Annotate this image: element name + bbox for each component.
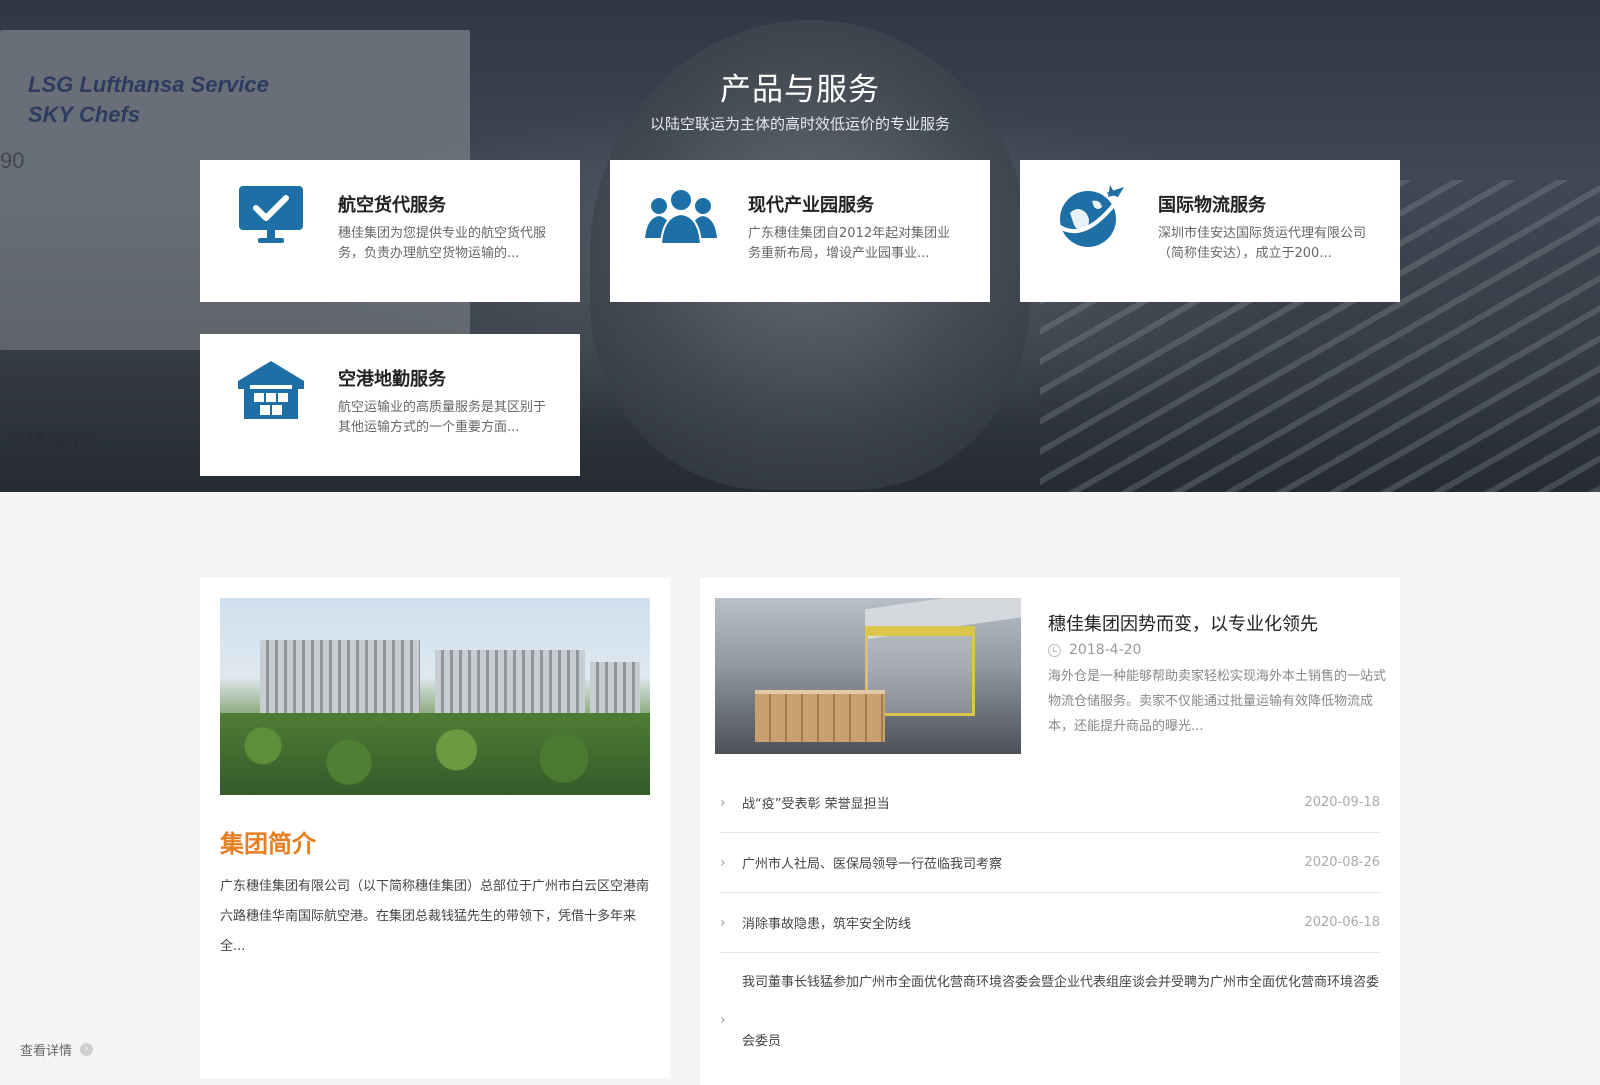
featured-news-date: 2018-4-20 [1048,642,1141,658]
news-card: 穗佳集团因势而变，以专业化领先 2018-4-20 海外仓是一种能够帮助卖家轻松… [700,578,1400,1085]
news-list-item[interactable]: › 广州市人社局、医保局领导一行莅临我司考察 2020-08-26 [720,833,1380,893]
service-desc: 深圳市佳安达国际货运代理有限公司（简称佳安达），成立于200... [1158,226,1367,261]
service-desc: 广东穗佳集团自2012年起对集团业务重新布局，增设产业园事业... [748,226,951,261]
company-intro-card: 集团简介 广东穗佳集团有限公司（以下简称穗佳集团）总部位于广州市白云区空港南六路… [200,578,670,1078]
monitor-check-icon [232,180,310,252]
news-list-item[interactable]: › 消除事故隐患，筑牢安全防线 2020-06-18 [720,893,1380,953]
news-item-date: 2020-09-18 [1304,795,1380,810]
service-name: 现代产业园服务 [748,195,874,216]
company-building-photo [220,598,650,795]
news-item-date: 2020-06-18 [1304,915,1380,930]
service-desc: 航空运输业的高质量服务是其区别于其他运输方式的一个重要方面... [338,400,547,435]
view-details-label: 查看详情 [20,1044,73,1059]
news-item-title: 我司董事长钱猛参加广州市全面优化营商环境咨委会暨企业代表组座谈会并受聘为广州市全… [742,975,1380,1049]
view-details-link[interactable]: 查看详情 › [20,1040,94,1059]
service-name: 国际物流服务 [1158,195,1266,216]
service-name: 空港地勤服务 [338,369,446,390]
section-title: 产品与服务 [720,72,880,108]
featured-news-photo[interactable] [715,598,1021,754]
news-list-item[interactable]: › 我司董事长钱猛参加广州市全面优化营商环境咨委会暨企业代表组座谈会并受聘为广州… [720,953,1380,1071]
globe-plane-icon [1052,180,1130,252]
featured-news-summary: 海外仓是一种能够帮助卖家轻松实现海外本土销售的一站式物流仓储服务。卖家不仅能通过… [1048,669,1387,734]
service-card-air-freight[interactable]: 航空货代服务 穗佳集团为您提供专业的航空货代服务，负责办理航空货物运输的... [200,160,580,302]
section-subtitle: 以陆空联运为主体的高时效低运价的专业服务 [649,115,950,133]
service-card-industrial-park[interactable]: 现代产业园服务 广东穗佳集团自2012年起对集团业务重新布局，增设产业园事业..… [610,160,990,302]
featured-date-text: 2018-4-20 [1069,642,1142,658]
service-name: 航空货代服务 [338,195,446,216]
news-list-item[interactable]: › 战“疫”受表彰 荣誉显担当 2020-09-18 [720,773,1380,833]
warehouse-icon [232,354,310,426]
news-item-title: 战“疫”受表彰 荣誉显担当 [742,797,890,812]
chevron-right-icon: › [720,794,726,811]
featured-news-title[interactable]: 穗佳集团因势而变，以专业化领先 [1048,610,1318,636]
news-item-title: 广州市人社局、医保局领导一行莅临我司考察 [742,857,1003,872]
news-item-date: 2020-08-26 [1304,855,1380,870]
hero-banner: LSG Lufthansa Service SKY Chefs 90 KJA00… [0,0,1600,492]
intro-text: 广东穗佳集团有限公司（以下简称穗佳集团）总部位于广州市白云区空港南六路穗佳华南国… [220,879,650,954]
service-card-intl-logistics[interactable]: 国际物流服务 深圳市佳安达国际货运代理有限公司（简称佳安达），成立于200... [1020,160,1400,302]
chevron-right-icon: › [720,854,726,871]
service-card-ground-handling[interactable]: 空港地勤服务 航空运输业的高质量服务是其区别于其他运输方式的一个重要方面... [200,334,580,476]
service-desc: 穗佳集团为您提供专业的航空货代服务，负责办理航空货物运输的... [338,226,547,261]
chevron-right-icon: › [720,914,726,931]
clock-icon [1048,643,1061,657]
news-item-title: 消除事故隐患，筑牢安全防线 [742,917,912,932]
intro-title: 集团简介 [220,830,316,858]
users-group-icon [642,180,720,252]
chevron-right-icon: › [720,1012,726,1028]
arrow-circle-icon: › [80,1043,94,1056]
news-list: › 战“疫”受表彰 荣誉显担当 2020-09-18 › 广州市人社局、医保局领… [720,773,1380,1071]
